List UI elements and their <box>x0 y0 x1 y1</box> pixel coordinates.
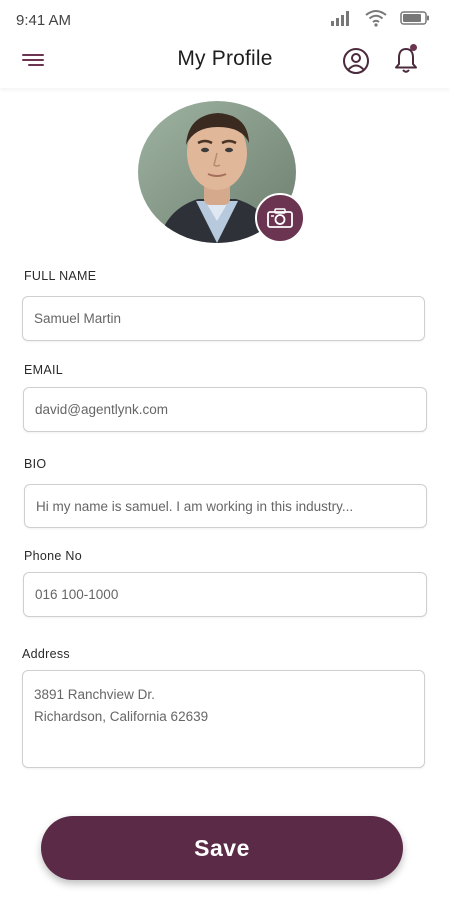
camera-icon[interactable] <box>255 193 305 243</box>
signal-icon <box>330 10 352 31</box>
wifi-icon <box>364 9 388 32</box>
address-field-wrapper: 3891 Ranchview Dr. Richardson, Californi… <box>22 670 425 768</box>
status-time: 9:41 AM <box>16 12 72 29</box>
phone-input[interactable] <box>24 573 426 616</box>
email-field-wrapper <box>23 387 427 432</box>
page-title: My Profile <box>177 47 273 70</box>
battery-icon <box>400 11 430 30</box>
email-input[interactable] <box>24 388 426 431</box>
user-circle-icon[interactable] <box>341 46 371 76</box>
save-button[interactable]: Save <box>41 816 403 880</box>
address-label: Address <box>22 647 70 661</box>
full-name-field-wrapper <box>22 296 425 341</box>
app-header: My Profile <box>0 36 450 88</box>
bio-label: BIO <box>24 457 47 471</box>
email-label: EMAIL <box>24 363 64 377</box>
status-bar: 9:41 AM <box>0 0 450 36</box>
status-icons <box>330 9 430 32</box>
full-name-label: FULL NAME <box>24 269 97 283</box>
phone-label: Phone No <box>24 549 82 563</box>
full-name-input[interactable] <box>23 297 424 340</box>
profile-avatar-container <box>138 101 305 261</box>
bell-icon[interactable] <box>392 42 420 76</box>
address-textarea[interactable]: 3891 Ranchview Dr. Richardson, Californi… <box>23 671 424 767</box>
phone-field-wrapper <box>23 572 427 617</box>
bio-field-wrapper <box>24 484 427 528</box>
bio-input[interactable] <box>25 485 426 527</box>
